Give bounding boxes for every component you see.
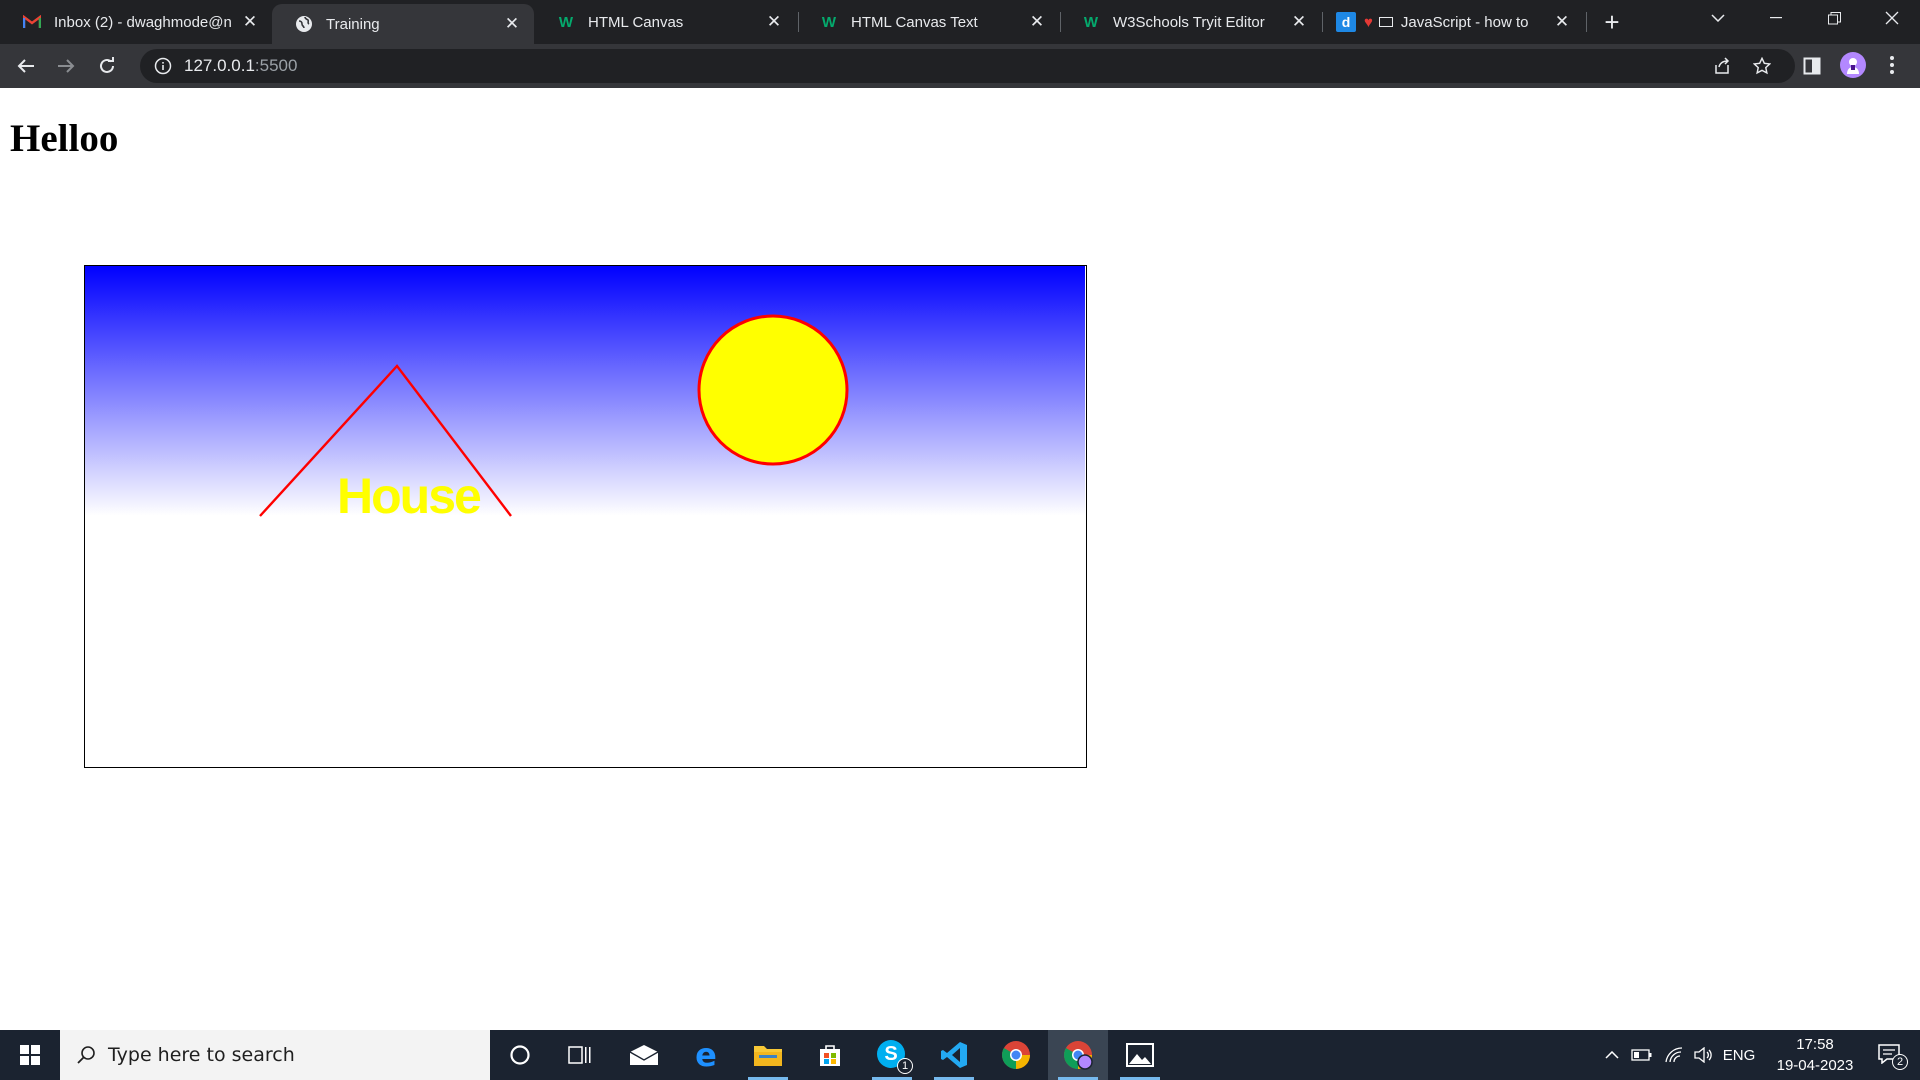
close-tab-icon[interactable]: ✕ xyxy=(240,12,260,32)
tab-title: Training xyxy=(326,15,380,33)
search-icon xyxy=(77,1046,95,1064)
sun xyxy=(697,314,849,466)
w3schools-icon: W xyxy=(821,13,837,31)
profile-avatar[interactable] xyxy=(1840,52,1866,78)
tab-inbox[interactable]: Inbox (2) - dwaghmode@n ✕ xyxy=(0,0,272,44)
clock-date: 19-04-2023 xyxy=(1776,1057,1854,1074)
info-icon[interactable] xyxy=(154,57,172,75)
close-tab-icon[interactable]: ✕ xyxy=(502,14,522,34)
start-button[interactable] xyxy=(0,1030,60,1080)
close-tab-icon[interactable]: ✕ xyxy=(1552,12,1572,32)
show-hidden-icons[interactable] xyxy=(1600,1030,1624,1080)
close-tab-icon[interactable]: ✕ xyxy=(1289,12,1309,32)
w3schools-icon: W xyxy=(558,13,574,31)
forward-button[interactable] xyxy=(52,52,80,80)
skype-icon[interactable]: S 1 xyxy=(862,1030,922,1080)
search-placeholder: Type here to search xyxy=(108,1044,295,1066)
bookmark-star-icon[interactable] xyxy=(1746,50,1778,82)
tab-title: HTML Canvas Text xyxy=(851,13,978,31)
laptop-icon xyxy=(1378,17,1393,27)
tab-html-canvas-text[interactable]: W HTML Canvas Text ✕ xyxy=(797,0,1059,44)
sky-gradient xyxy=(85,266,1085,516)
page-heading: Helloo xyxy=(10,117,119,160)
minimize-icon[interactable] xyxy=(1748,0,1804,36)
w3schools-icon: W xyxy=(1083,13,1099,31)
browser-toolbar: 127.0.0.1:5500 xyxy=(0,44,1920,88)
volume-icon[interactable] xyxy=(1690,1030,1718,1080)
taskbar-search[interactable]: Type here to search xyxy=(60,1030,490,1080)
page-content: Helloo House xyxy=(0,88,1920,1030)
url-port: :5500 xyxy=(254,56,298,75)
clock-time: 17:58 xyxy=(1796,1036,1834,1053)
reload-button[interactable] xyxy=(93,52,121,80)
close-tab-icon[interactable]: ✕ xyxy=(764,12,784,32)
house-label: House xyxy=(337,468,481,524)
skype-badge: 1 xyxy=(897,1058,913,1074)
tab-title: W3Schools Tryit Editor xyxy=(1113,13,1265,31)
close-tab-icon[interactable]: ✕ xyxy=(1027,12,1047,32)
canvas-drawing: House xyxy=(85,266,1085,524)
tab-title: Inbox (2) - dwaghmode@n xyxy=(54,13,232,31)
chrome-icon[interactable] xyxy=(986,1030,1046,1080)
chrome-profile-icon[interactable] xyxy=(1048,1030,1108,1080)
tab-javascript[interactable]: d ♥ JavaScript - how to ✕ xyxy=(1322,0,1584,44)
tab-separator xyxy=(1586,12,1587,32)
tab-training[interactable]: Training ✕ xyxy=(272,4,534,44)
notification-center-icon[interactable]: 2 xyxy=(1870,1030,1910,1080)
back-button[interactable] xyxy=(12,52,40,80)
edge-icon[interactable]: e xyxy=(676,1030,736,1080)
cortana-icon[interactable] xyxy=(490,1030,550,1080)
tab-tryit-editor[interactable]: W W3Schools Tryit Editor ✕ xyxy=(1059,0,1321,44)
wifi-icon[interactable] xyxy=(1660,1030,1688,1080)
side-panel-icon[interactable] xyxy=(1796,50,1828,82)
tab-search-icon[interactable] xyxy=(1690,0,1746,36)
file-explorer-icon[interactable] xyxy=(738,1030,798,1080)
drawing-canvas: House xyxy=(84,265,1087,768)
close-window-icon[interactable] xyxy=(1864,0,1920,36)
address-bar[interactable]: 127.0.0.1:5500 xyxy=(140,49,1795,83)
browser-menu-icon[interactable] xyxy=(1882,50,1902,80)
restore-icon[interactable] xyxy=(1806,0,1862,36)
vscode-icon[interactable] xyxy=(924,1030,984,1080)
mail-icon[interactable] xyxy=(614,1030,674,1080)
url-text: 127.0.0.1:5500 xyxy=(184,56,297,76)
store-icon[interactable] xyxy=(800,1030,860,1080)
tab-title: JavaScript - how to xyxy=(1400,13,1529,31)
gmail-icon xyxy=(22,12,42,32)
windows-icon xyxy=(20,1045,40,1065)
share-icon[interactable] xyxy=(1706,50,1738,82)
tab-title: HTML Canvas xyxy=(588,13,684,31)
d-icon: d xyxy=(1336,12,1356,32)
task-view-icon[interactable] xyxy=(550,1030,610,1080)
battery-icon[interactable] xyxy=(1628,1030,1656,1080)
new-tab-icon[interactable]: + xyxy=(1598,7,1626,37)
tab-html-canvas[interactable]: W HTML Canvas ✕ xyxy=(534,0,796,44)
language-indicator[interactable]: ENG xyxy=(1718,1030,1760,1080)
url-host: 127.0.0.1 xyxy=(184,56,255,75)
photos-icon[interactable] xyxy=(1110,1030,1170,1080)
heart-icon: ♥ xyxy=(1364,13,1373,31)
taskbar-clock[interactable]: 17:58 19-04-2023 xyxy=(1760,1034,1870,1076)
windows-taskbar: Type here to search e S 1 ENG 17:58 19-0… xyxy=(0,1030,1920,1080)
notification-badge: 2 xyxy=(1892,1054,1908,1070)
globe-icon xyxy=(294,14,314,34)
tab-strip: Inbox (2) - dwaghmode@n ✕ Training ✕ W H… xyxy=(0,0,1920,44)
